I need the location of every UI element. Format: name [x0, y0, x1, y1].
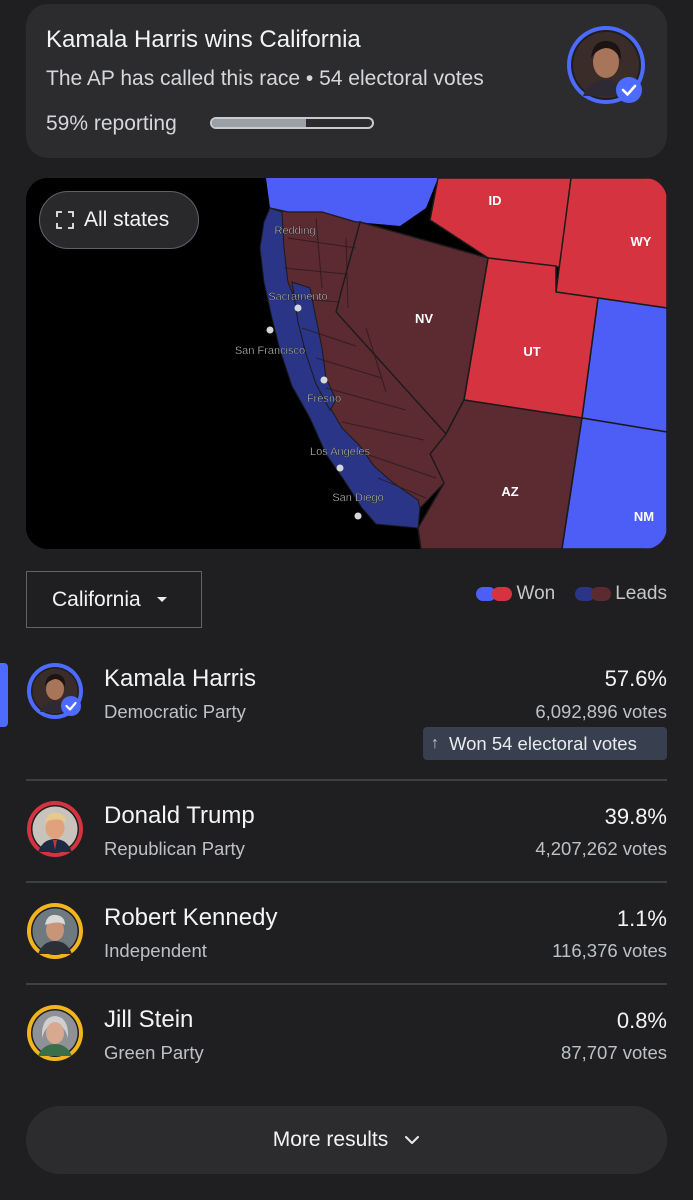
state-label-nv: NV [415, 311, 433, 326]
chevron-down-icon [405, 1136, 420, 1144]
candidate-row-kennedy[interactable]: Robert Kennedy Independent 1.1% 116,376 … [26, 902, 667, 962]
state-label-id: ID [489, 193, 502, 208]
race-title: Kamala Harris wins California [46, 26, 361, 53]
candidate-percent: 0.8% [616, 1008, 667, 1033]
all-states-label: All states [84, 208, 170, 231]
state-label-az: AZ [501, 484, 518, 499]
city-label-los-angeles: Los Angeles [310, 446, 370, 458]
candidate-name: Kamala Harris [104, 665, 257, 692]
city-label-san-diego: San Diego [332, 492, 383, 504]
city-label-fresno: Fresno [307, 393, 341, 405]
legend-leads-label: Leads [615, 583, 667, 604]
selected-row-indicator [0, 663, 8, 727]
row-divider [26, 779, 667, 781]
state-dropdown[interactable]: California [26, 571, 202, 628]
reporting-progress-bar [210, 117, 374, 129]
caret-down-icon [156, 597, 167, 602]
state-dropdown-value: California [52, 587, 141, 611]
candidate-percent: 1.1% [616, 906, 667, 931]
candidate-votes: 116,376 votes [552, 940, 667, 961]
map-legend: Won Leads [456, 583, 667, 605]
candidate-votes: 6,092,896 votes [535, 701, 667, 722]
candidate-row-stein[interactable]: Jill Stein Green Party 0.8% 87,707 votes [26, 1004, 667, 1064]
candidate-percent: 39.8% [604, 804, 667, 829]
arrow-up-icon: ↑ [431, 734, 439, 752]
candidate-percent: 57.6% [604, 666, 667, 691]
city-label-redding: Redding [275, 225, 316, 237]
candidate-party: Independent [104, 940, 207, 961]
reporting-label: 59% reporting [46, 112, 177, 135]
election-map[interactable]: ID WY NV UT AZ NM Redding Sacramento San… [26, 178, 667, 549]
race-summary-card[interactable]: Kamala Harris wins California The AP has… [26, 4, 667, 158]
legend-rep-won-swatch [492, 587, 513, 601]
candidate-party: Democratic Party [104, 701, 246, 722]
candidate-votes: 87,707 votes [561, 1042, 667, 1063]
state-label-wy: WY [631, 234, 652, 249]
won-chip-label: Won 54 electoral votes [449, 732, 637, 754]
race-subtitle: The AP has called this race • 54 elector… [46, 67, 484, 90]
candidate-party: Republican Party [104, 838, 245, 859]
won-electoral-votes-chip: ↑ Won 54 electoral votes [423, 727, 667, 760]
all-states-button[interactable]: All states [39, 191, 199, 249]
reporting-progress-fill [212, 119, 307, 127]
candidate-name: Jill Stein [104, 1006, 194, 1033]
verified-check-icon [616, 77, 642, 103]
candidate-party: Green Party [104, 1042, 204, 1063]
state-label-ut: UT [523, 344, 540, 359]
candidate-name: Donald Trump [104, 802, 255, 829]
city-label-sacramento: Sacramento [268, 291, 327, 303]
candidate-avatar-harris [27, 663, 83, 719]
candidate-votes: 4,207,262 votes [535, 838, 667, 859]
city-label-san-francisco: San Francisco [235, 345, 305, 357]
expand-icon [56, 211, 74, 229]
candidate-avatar-stein [27, 1005, 83, 1061]
more-results-button[interactable]: More results [26, 1106, 667, 1174]
candidate-name: Robert Kennedy [104, 904, 278, 931]
candidate-avatar-kennedy [27, 903, 83, 959]
legend-won-label: Won [516, 583, 556, 604]
more-results-label: More results [272, 1128, 389, 1151]
winner-avatar [567, 26, 645, 104]
candidate-avatar-trump [27, 801, 83, 857]
state-label-nm: NM [634, 509, 654, 524]
legend-rep-lead-swatch [591, 587, 612, 601]
row-divider [26, 983, 667, 985]
legend-leads: Leads [575, 583, 667, 605]
legend-won: Won [476, 583, 555, 605]
candidate-row-trump[interactable]: Donald Trump Republican Party 39.8% 4,20… [26, 800, 667, 860]
row-divider [26, 881, 667, 883]
